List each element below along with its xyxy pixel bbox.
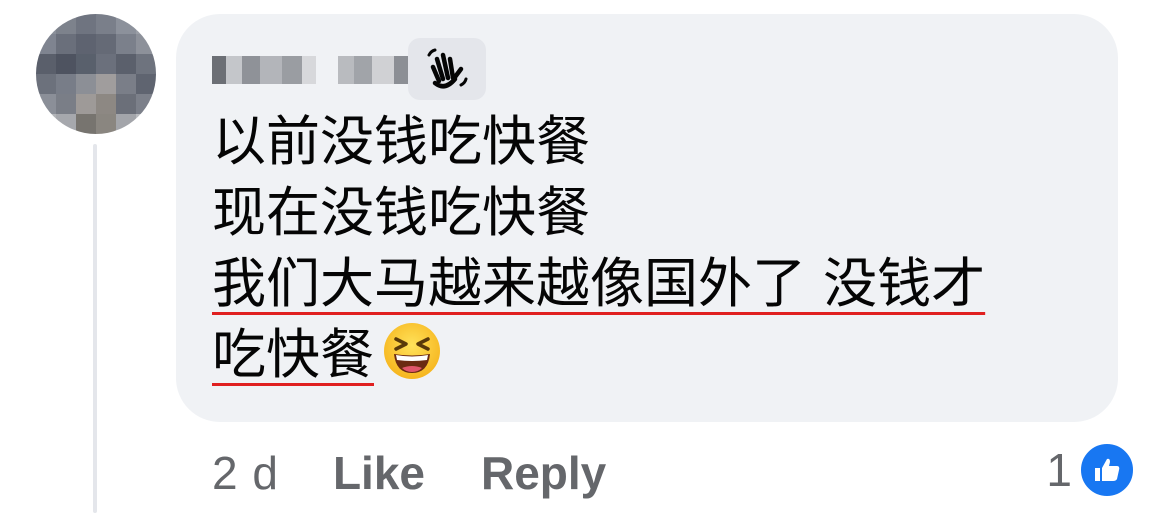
comment-line-underlined: 我们大马越来越像国外了 没钱才 xyxy=(212,252,986,315)
reaction-summary[interactable]: 1 xyxy=(1046,440,1136,500)
author-name-obscured[interactable] xyxy=(212,54,426,86)
reaction-count: 1 xyxy=(1046,444,1072,496)
comment-line-underlined: 吃快餐 xyxy=(212,323,374,386)
timestamp[interactable]: 2 d xyxy=(212,446,279,500)
reply-button[interactable]: Reply xyxy=(481,446,606,500)
avatar[interactable] xyxy=(36,14,156,134)
waving-hand-icon[interactable] xyxy=(408,38,486,100)
reply-thread-line xyxy=(93,144,97,513)
comment-line: 现在没钱吃快餐 xyxy=(212,181,590,244)
grinning-squinting-face-icon xyxy=(382,321,442,398)
comment-item: 以前没钱吃快餐 现在没钱吃快餐 我们大马越来越像国外了 没钱才 吃快餐 2 d … xyxy=(0,0,1170,513)
comment-line: 以前没钱吃快餐 xyxy=(212,110,590,173)
comment-body: 以前没钱吃快餐 现在没钱吃快餐 我们大马越来越像国外了 没钱才 吃快餐 xyxy=(212,106,1092,390)
like-button[interactable]: Like xyxy=(333,446,425,500)
like-icon xyxy=(1078,441,1136,499)
comment-actions: 2 d Like Reply xyxy=(212,446,606,500)
